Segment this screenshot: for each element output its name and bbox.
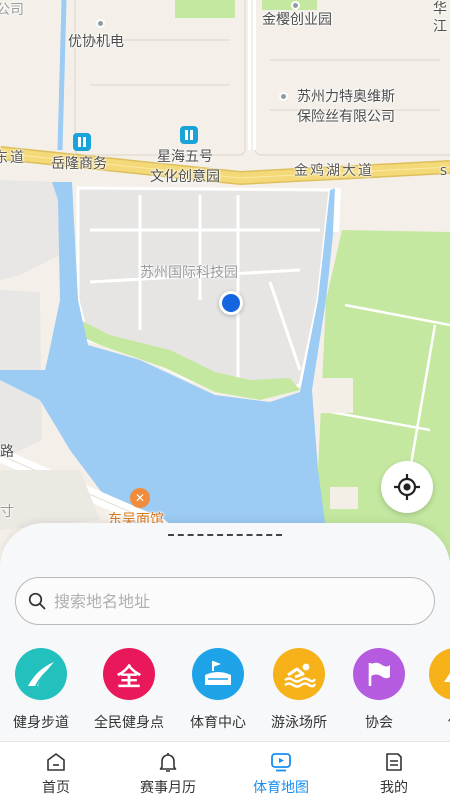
category-label: 体育中心 xyxy=(190,715,246,731)
swimming-icon xyxy=(273,648,325,700)
category-label: 俱 xyxy=(410,712,450,732)
search-bar[interactable] xyxy=(15,577,435,625)
category-label: 全民健身点 xyxy=(94,715,164,731)
tab-profile[interactable]: 我的 xyxy=(338,742,450,800)
tab-label: 首页 xyxy=(42,780,70,796)
building-icon[interactable] xyxy=(180,126,198,144)
home-icon xyxy=(47,753,65,771)
map-label-xinghai-line2[interactable]: 文化创意园 xyxy=(150,168,220,186)
tab-label: 体育地图 xyxy=(253,780,309,796)
category-label: 游泳场所 xyxy=(271,715,327,731)
map-label-xinghai-line1[interactable]: 星海五号 xyxy=(157,148,213,166)
club-icon xyxy=(429,648,450,700)
category-stadium[interactable]: 体育中心 xyxy=(173,648,263,732)
locate-target-icon xyxy=(394,474,420,500)
category-club[interactable]: 俱 xyxy=(410,648,450,732)
map-label-s-marker: S xyxy=(440,165,447,178)
bell-icon xyxy=(159,753,177,772)
tab-sports-map[interactable]: 体育地图 xyxy=(225,742,337,800)
locate-me-button[interactable] xyxy=(381,461,433,513)
map-label-hua: 华 xyxy=(433,1,447,17)
map-label-park[interactable]: 苏州国际科技园 xyxy=(140,264,238,282)
map-label-company: 公司 xyxy=(0,2,24,18)
tab-home[interactable]: 首页 xyxy=(0,742,112,800)
restaurant-icon[interactable]: ✕ xyxy=(130,488,150,508)
profile-icon xyxy=(386,753,402,771)
poi-dot-icon[interactable] xyxy=(96,19,105,28)
map-label-youxie[interactable]: 优协机电 xyxy=(68,33,124,51)
map-label-cun: 寸 xyxy=(0,504,14,520)
map-label-road-lu: 路 xyxy=(0,444,14,460)
bottom-tab-bar: 首页 赛事月历 体育地图 我的 xyxy=(0,741,450,800)
map-label-jiang: 江 xyxy=(433,19,447,35)
poi-dot-icon[interactable] xyxy=(279,92,288,101)
stadium-icon xyxy=(192,648,244,700)
bottom-sheet[interactable]: 健身步道 全 全民健身点 体育中心 游泳场所 协会 xyxy=(0,523,450,741)
map-label-yuelong[interactable]: 岳隆商务 xyxy=(51,155,107,173)
trail-icon xyxy=(15,648,67,700)
map-label-jinji-road: 金鸡湖大道 xyxy=(294,163,374,179)
search-icon xyxy=(28,592,46,610)
current-location-icon xyxy=(219,291,243,315)
map-play-icon xyxy=(271,753,291,772)
tab-label: 我的 xyxy=(380,780,408,796)
tab-event-calendar[interactable]: 赛事月历 xyxy=(112,742,224,800)
flag-icon xyxy=(353,648,405,700)
map-label-road-left: 东道 xyxy=(0,150,26,166)
all-fitness-icon: 全 xyxy=(103,648,155,700)
building-icon[interactable] xyxy=(73,133,91,151)
category-all-fitness[interactable]: 全 全民健身点 xyxy=(84,648,174,732)
all-fitness-glyph: 全 xyxy=(117,662,141,691)
search-input[interactable] xyxy=(54,591,414,611)
category-label: 健身步道 xyxy=(13,715,69,731)
category-trail[interactable]: 健身步道 xyxy=(0,648,86,732)
map-label-lite-line1[interactable]: 苏州力特奥维斯 xyxy=(297,88,395,106)
tab-label: 赛事月历 xyxy=(140,780,196,796)
map-label-jinying[interactable]: 金樱创业园 xyxy=(262,11,332,29)
drag-handle[interactable] xyxy=(168,534,282,536)
poi-dot-icon[interactable] xyxy=(291,1,300,10)
category-swimming[interactable]: 游泳场所 xyxy=(254,648,344,732)
map-label-lite-line2[interactable]: 保险丝有限公司 xyxy=(297,108,395,126)
category-row[interactable]: 健身步道 全 全民健身点 体育中心 游泳场所 协会 xyxy=(0,648,450,738)
